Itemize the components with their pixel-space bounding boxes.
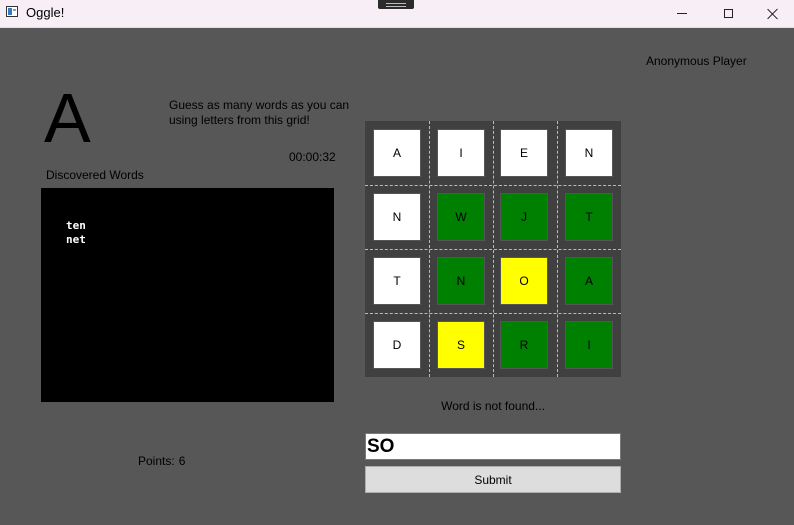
- grid-divider: [365, 249, 621, 250]
- snap-layout-handle[interactable]: [378, 0, 414, 9]
- list-item: net: [66, 233, 86, 246]
- grid-divider: [365, 313, 621, 314]
- grid-tile[interactable]: O: [500, 257, 548, 305]
- app-icon: [6, 6, 18, 17]
- window-title: Oggle!: [26, 5, 65, 20]
- grid-tile[interactable]: N: [565, 129, 613, 177]
- list-item: ten: [66, 219, 86, 232]
- title-bar: Oggle!: [0, 0, 794, 28]
- current-letter: A: [44, 79, 91, 157]
- player-name: Anonymous Player: [646, 54, 747, 68]
- grid-tile[interactable]: R: [500, 321, 548, 369]
- maximize-button[interactable]: [705, 0, 751, 27]
- grid-tile[interactable]: D: [373, 321, 421, 369]
- submit-button[interactable]: Submit: [365, 466, 621, 493]
- grid-tile[interactable]: N: [437, 257, 485, 305]
- grid-tile[interactable]: I: [565, 321, 613, 369]
- close-button[interactable]: [750, 0, 794, 27]
- points-value: 6: [178, 454, 186, 468]
- maximize-icon: [723, 9, 733, 18]
- letter-grid: A I E N N W J T T N O A D S R I: [365, 121, 621, 377]
- grid-tile[interactable]: J: [500, 193, 548, 241]
- instructions-text: Guess as many words as you can using let…: [169, 98, 350, 127]
- grid-divider: [365, 185, 621, 186]
- grid-tile[interactable]: T: [565, 193, 613, 241]
- grid-tile[interactable]: A: [565, 257, 613, 305]
- grid-tile[interactable]: W: [437, 193, 485, 241]
- points-label: Points:: [138, 454, 175, 468]
- grid-tile[interactable]: N: [373, 193, 421, 241]
- word-input[interactable]: [365, 433, 621, 460]
- grid-tile[interactable]: S: [437, 321, 485, 369]
- close-icon: [767, 8, 779, 20]
- grid-tile[interactable]: I: [437, 129, 485, 177]
- grid-tile[interactable]: A: [373, 129, 421, 177]
- grid-tile[interactable]: T: [373, 257, 421, 305]
- points-display: Points: 6: [138, 454, 185, 468]
- game-timer: 00:00:32: [289, 150, 336, 164]
- minimize-icon: [677, 13, 687, 14]
- discovered-words-heading: Discovered Words: [46, 168, 144, 182]
- grid-tile[interactable]: E: [500, 129, 548, 177]
- status-message: Word is not found...: [441, 399, 545, 413]
- discovered-words-list: ten net: [41, 188, 334, 402]
- minimize-button[interactable]: [659, 0, 705, 27]
